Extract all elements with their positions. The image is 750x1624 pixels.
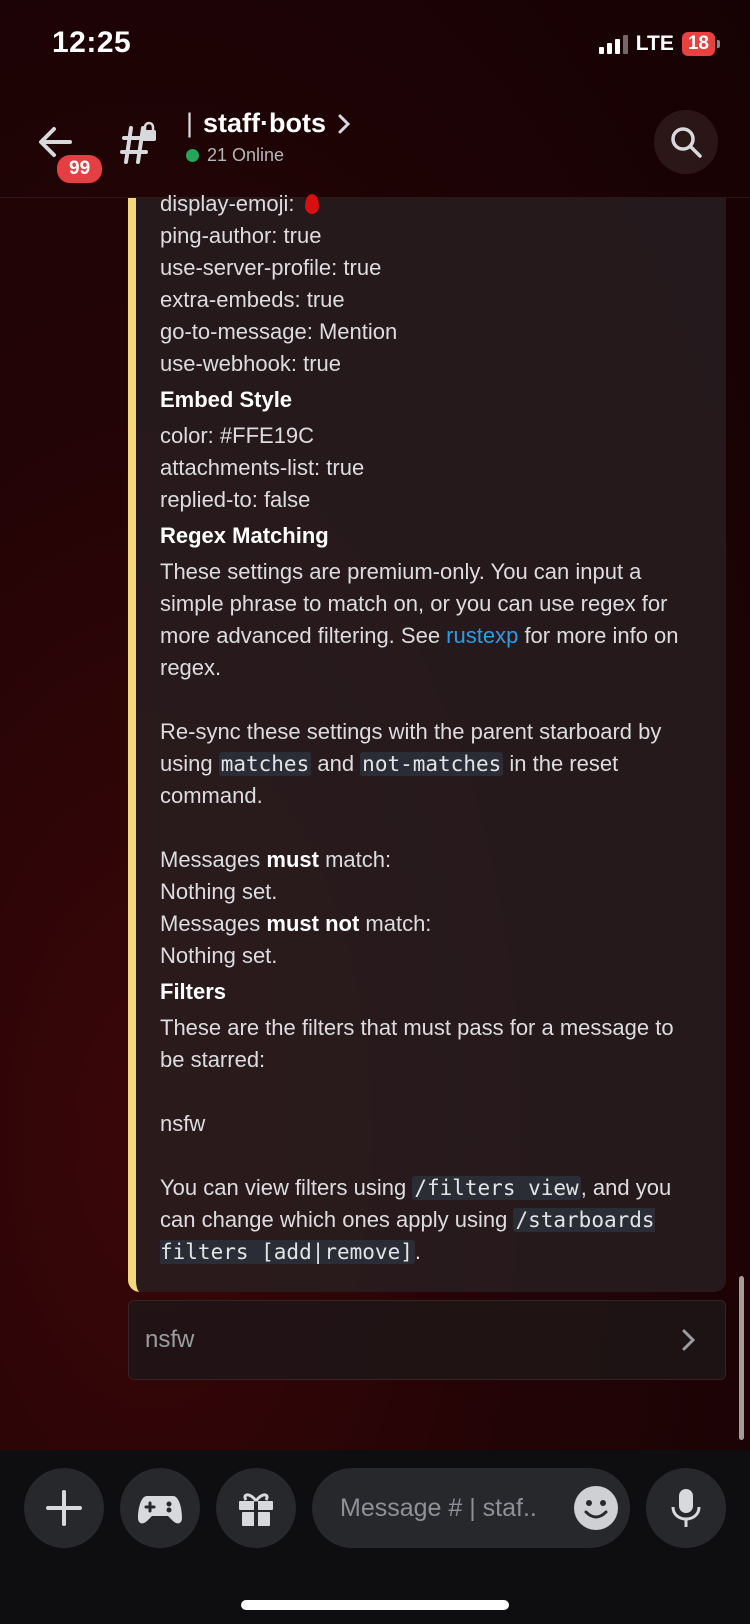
starboard-settings-embed: display-emoji: ping-author: true use-ser… bbox=[128, 191, 726, 1292]
filters-usage: You can view filters using /filters view… bbox=[160, 1175, 672, 1264]
setting-replied-to: replied-to: false bbox=[160, 487, 311, 512]
emoji-button[interactable] bbox=[574, 1486, 618, 1530]
signal-icon bbox=[598, 34, 628, 54]
microphone-icon bbox=[671, 1489, 701, 1527]
regex-heading: Regex Matching bbox=[160, 523, 329, 548]
select-menu-value: nsfw bbox=[145, 1326, 195, 1353]
unread-badge: 99 bbox=[54, 152, 106, 186]
voice-message-button[interactable] bbox=[646, 1468, 726, 1548]
battery-tip bbox=[717, 40, 720, 48]
setting-use-server-profile: use-server-profile: true bbox=[160, 255, 382, 280]
status-indicators: LTE 18 bbox=[598, 32, 720, 56]
channel-title-area[interactable]: | staff·bots 21 Online bbox=[186, 108, 352, 166]
setting-go-to-message: go-to-message: Mention bbox=[160, 319, 398, 344]
must-not-match-label: Messages must not match: bbox=[160, 911, 432, 936]
title-divider: | bbox=[186, 108, 194, 138]
message-input-wrapper bbox=[312, 1468, 630, 1548]
chevron-right-icon bbox=[338, 114, 351, 133]
online-dot-icon bbox=[186, 149, 199, 162]
setting-color: color: #FFE19C bbox=[160, 423, 315, 448]
channel-name: staff·bots bbox=[203, 108, 327, 138]
gamepad-icon bbox=[138, 1496, 182, 1524]
gift-button[interactable] bbox=[216, 1468, 296, 1548]
must-match-value: Nothing set. bbox=[160, 879, 278, 904]
search-icon bbox=[671, 127, 702, 158]
rustexp-link[interactable]: rustexp bbox=[446, 623, 518, 648]
filters-value: nsfw bbox=[160, 1111, 206, 1136]
channel-header: 99 | staff·bots 21 Online bbox=[0, 90, 750, 198]
status-bar: 12:25 LTE 18 bbox=[0, 0, 750, 90]
home-indicator bbox=[241, 1600, 509, 1610]
drop-emoji-icon bbox=[304, 194, 319, 214]
network-type: LTE bbox=[635, 32, 674, 55]
filters-description: These are the filters that must pass for… bbox=[160, 1015, 674, 1072]
setting-use-webhook: use-webhook: true bbox=[160, 351, 341, 376]
message-input[interactable] bbox=[340, 1493, 550, 1523]
plus-icon bbox=[46, 1490, 82, 1526]
gift-icon bbox=[239, 1493, 273, 1526]
setting-extra-embeds: extra-embeds: true bbox=[160, 287, 345, 312]
must-not-match-value: Nothing set. bbox=[160, 943, 278, 968]
activities-button[interactable] bbox=[120, 1468, 200, 1548]
embed-style-heading: Embed Style bbox=[160, 387, 293, 412]
online-count: 21 Online bbox=[207, 145, 285, 165]
matches-code: matches bbox=[218, 752, 312, 776]
scrollbar[interactable] bbox=[739, 1276, 744, 1440]
locked-channel-icon bbox=[114, 120, 162, 168]
not-matches-code: not-matches bbox=[360, 752, 504, 776]
online-status: 21 Online bbox=[186, 145, 352, 166]
must-match-label: Messages must match: bbox=[160, 847, 392, 872]
setting-attachments-list: attachments-list: true bbox=[160, 455, 365, 480]
smiley-icon bbox=[584, 1500, 608, 1519]
filter-select-menu[interactable]: nsfw bbox=[128, 1300, 726, 1380]
setting-ping-author: ping-author: true bbox=[160, 223, 322, 248]
regex-description: These settings are premium-only. You can… bbox=[160, 559, 679, 680]
channel-title: | staff·bots bbox=[186, 108, 352, 139]
status-time: 12:25 bbox=[52, 26, 132, 59]
resync-description: Re-sync these settings with the parent s… bbox=[160, 719, 662, 808]
message-composer-bar bbox=[0, 1450, 750, 1624]
add-button[interactable] bbox=[24, 1468, 104, 1548]
setting-display-emoji: display-emoji: bbox=[160, 188, 704, 220]
battery-icon: 18 bbox=[681, 32, 715, 56]
search-button[interactable] bbox=[654, 110, 718, 174]
filters-view-code: /filters view bbox=[412, 1176, 581, 1200]
chevron-right-icon bbox=[682, 1329, 696, 1351]
filters-heading: Filters bbox=[160, 979, 227, 1004]
